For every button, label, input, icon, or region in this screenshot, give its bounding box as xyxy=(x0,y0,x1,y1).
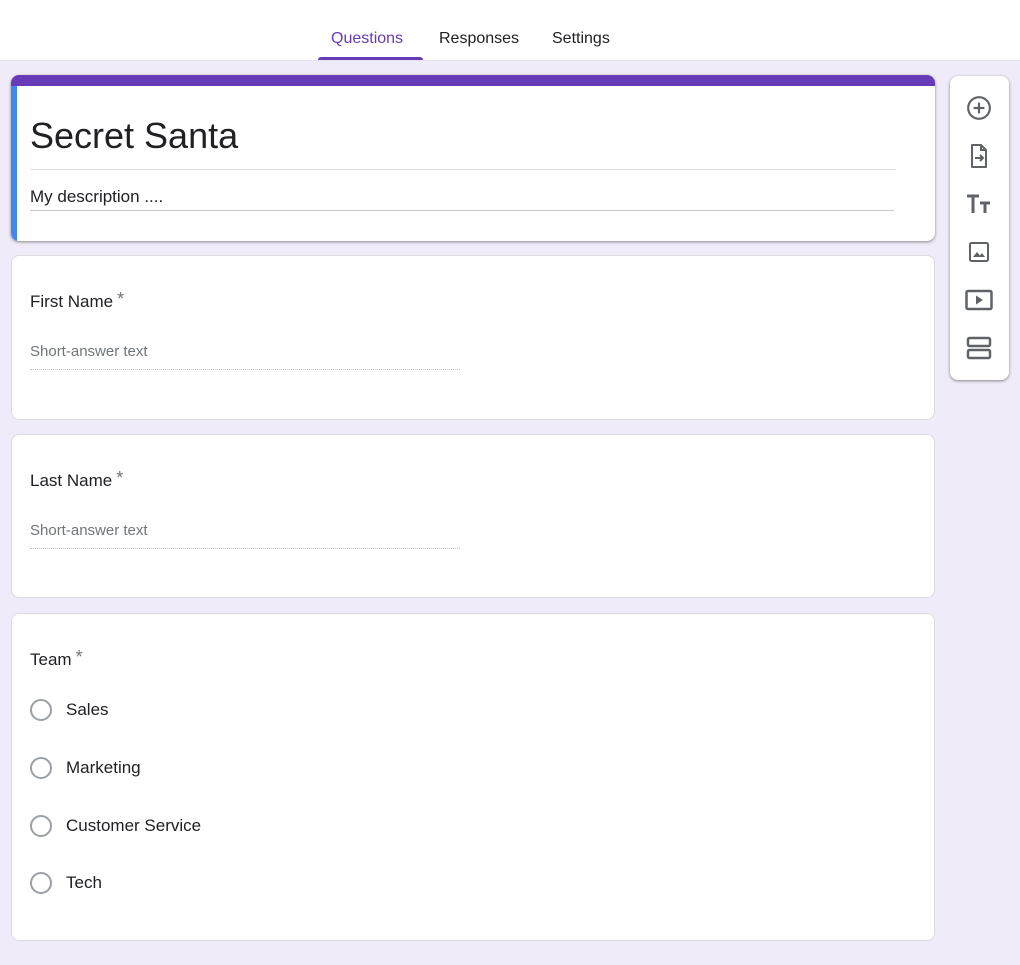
radio-button[interactable] xyxy=(30,699,52,721)
header-accent-bar xyxy=(11,75,935,86)
question-card-first-name[interactable] xyxy=(11,255,935,420)
question-title: First Name * xyxy=(30,288,124,313)
add-video-icon[interactable] xyxy=(964,285,994,315)
radio-option-sales[interactable]: Sales xyxy=(30,698,109,722)
radio-button[interactable] xyxy=(30,757,52,779)
form-description[interactable]: My description .... xyxy=(30,186,163,208)
tab-questions[interactable]: Questions xyxy=(331,28,403,50)
description-underline xyxy=(30,210,894,211)
add-image-icon[interactable] xyxy=(964,237,994,267)
question-title: Last Name * xyxy=(30,467,123,492)
tab-bar: Questions Responses Settings xyxy=(0,0,1020,61)
form-title[interactable]: Secret Santa xyxy=(30,114,238,158)
radio-button[interactable] xyxy=(30,815,52,837)
radio-option-tech[interactable]: Tech xyxy=(30,871,102,895)
add-question-icon[interactable] xyxy=(964,93,994,123)
question-label: Team xyxy=(30,650,72,669)
question-title: Team * xyxy=(30,646,83,671)
short-answer-underline xyxy=(30,548,460,549)
active-card-indicator xyxy=(11,86,17,241)
form-header-card[interactable] xyxy=(11,75,935,241)
required-asterisk: * xyxy=(75,647,83,667)
option-label: Sales xyxy=(66,700,109,719)
active-tab-indicator xyxy=(318,57,423,60)
radio-option-customer-service[interactable]: Customer Service xyxy=(30,814,201,838)
import-questions-icon[interactable] xyxy=(964,141,994,171)
option-label: Tech xyxy=(66,873,102,892)
question-card-last-name[interactable] xyxy=(11,434,935,598)
required-asterisk: * xyxy=(117,289,125,309)
top-bar: Questions Responses Settings xyxy=(0,0,1020,61)
required-asterisk: * xyxy=(116,468,124,488)
question-label: Last Name xyxy=(30,471,113,490)
radio-option-marketing[interactable]: Marketing xyxy=(30,756,141,780)
short-answer-placeholder: Short-answer text xyxy=(30,522,148,539)
floating-toolbar xyxy=(950,76,1009,380)
question-label: First Name xyxy=(30,292,114,311)
question-card-team[interactable] xyxy=(11,613,935,941)
add-title-icon[interactable] xyxy=(964,189,994,219)
option-label: Marketing xyxy=(66,758,141,777)
title-underline xyxy=(30,169,896,170)
short-answer-underline xyxy=(30,369,460,370)
short-answer-placeholder: Short-answer text xyxy=(30,343,148,360)
option-label: Customer Service xyxy=(66,816,202,835)
radio-button[interactable] xyxy=(30,872,52,894)
add-section-icon[interactable] xyxy=(964,333,994,363)
tab-responses[interactable]: Responses xyxy=(439,28,519,50)
tab-settings[interactable]: Settings xyxy=(552,28,610,50)
